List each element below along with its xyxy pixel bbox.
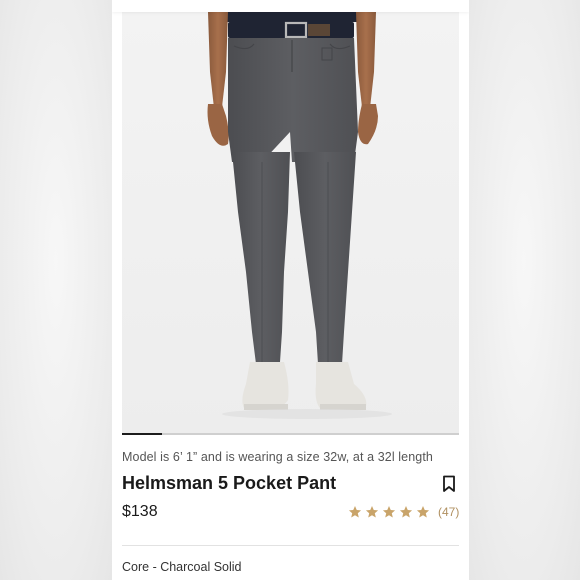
image-carousel-progress[interactable] [122, 433, 459, 435]
top-edge [112, 0, 469, 12]
product-price: $138 [122, 503, 158, 520]
bookmark-icon[interactable] [442, 475, 456, 493]
star-icon [399, 506, 413, 518]
image-carousel-progress-fill [122, 433, 163, 435]
model-size-note: Model is 6’ 1” and is wearing a size 32w… [122, 450, 433, 464]
variant-label[interactable]: Core - Charcoal Solid [122, 560, 242, 574]
model-wearing-pants-image [122, 12, 459, 434]
product-rating[interactable]: (47) [348, 505, 459, 519]
product-card: Model is 6’ 1” and is wearing a size 32w… [112, 0, 469, 580]
star-icon [348, 506, 362, 518]
product-image[interactable] [122, 12, 459, 434]
star-icon [365, 506, 379, 518]
star-icon [382, 506, 396, 518]
section-divider [122, 545, 459, 546]
product-title: Helmsman 5 Pocket Pant [122, 473, 337, 493]
background-left [0, 0, 112, 580]
background-right [468, 0, 580, 580]
star-icon [416, 506, 430, 518]
review-count[interactable]: (47) [438, 505, 459, 519]
